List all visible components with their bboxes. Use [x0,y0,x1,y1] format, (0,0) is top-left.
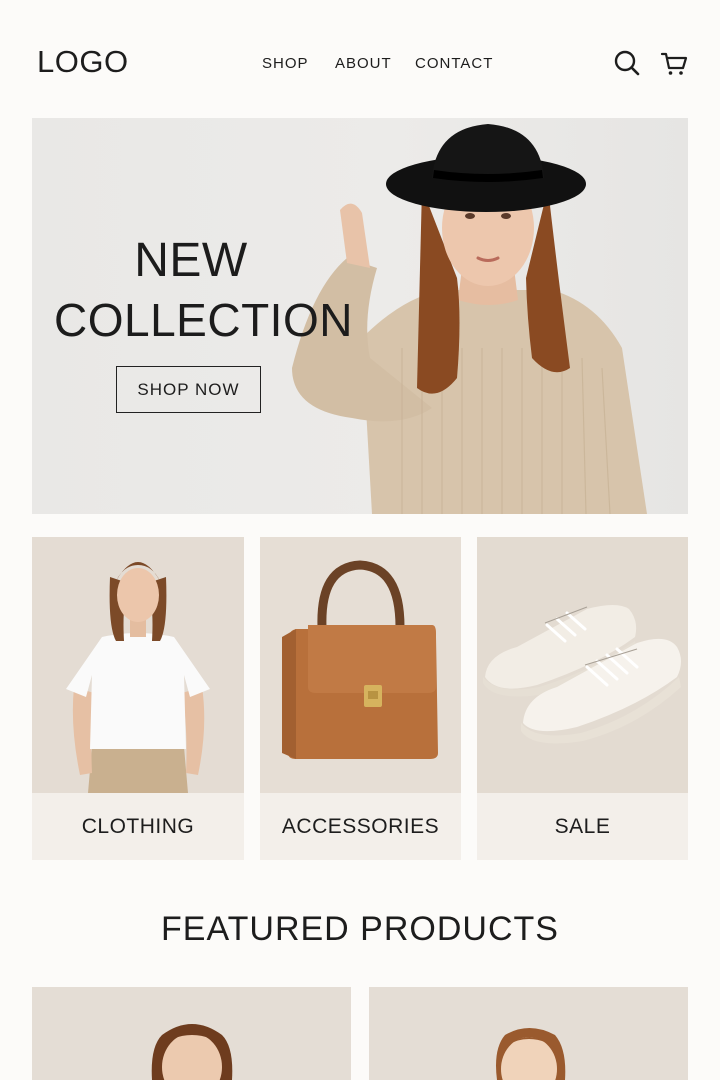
category-card-sale[interactable]: SALE [477,537,688,860]
logo[interactable]: LOGO [37,44,129,80]
category-label-sale: SALE [477,793,688,860]
nav-link-contact[interactable]: CONTACT [415,55,493,72]
search-icon[interactable] [613,49,641,77]
hero-title-line2: COLLECTION [54,294,353,346]
category-card-clothing[interactable]: CLOTHING [32,537,244,860]
category-label-clothing: CLOTHING [32,793,244,860]
clothing-image [32,537,244,793]
site-header: LOGO SHOP ABOUT CONTACT [0,0,720,118]
featured-products-heading: FEATURED PRODUCTS [161,910,559,948]
accessories-image [260,537,461,793]
hero-title-line1: NEW [134,234,248,287]
nav-link-shop[interactable]: SHOP [262,55,309,72]
nav-link-about[interactable]: ABOUT [335,55,392,72]
shop-now-button[interactable]: SHOP NOW [116,366,261,413]
sale-image [477,537,688,793]
cart-icon[interactable] [660,49,688,77]
product-image [369,987,688,1080]
featured-product-card[interactable] [32,987,351,1080]
product-image [32,987,351,1080]
featured-product-card[interactable] [369,987,688,1080]
hero-banner: NEW COLLECTION SHOP NOW [32,118,688,514]
category-card-accessories[interactable]: ACCESSORIES [260,537,461,860]
category-label-accessories: ACCESSORIES [260,793,461,860]
